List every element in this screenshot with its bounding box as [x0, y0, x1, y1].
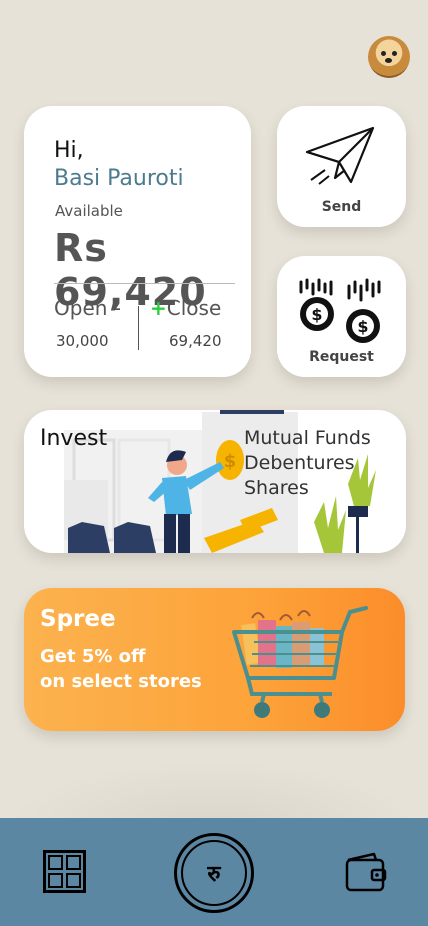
svg-text:$: $ [357, 317, 368, 336]
divider [138, 306, 139, 350]
request-button[interactable]: $ $ Request [277, 256, 406, 377]
invest-option-mutual-funds[interactable]: Mutual Funds [244, 426, 371, 451]
plus-icon: + [150, 296, 167, 320]
invest-title: Invest [40, 426, 108, 451]
wallet-icon[interactable] [344, 850, 388, 894]
grid-cell [66, 873, 81, 888]
paper-plane-icon [305, 126, 375, 185]
avatar-eye [392, 51, 397, 56]
grid-icon[interactable] [43, 850, 86, 893]
grid-cell [48, 855, 63, 870]
greeting: Hi, [54, 138, 84, 163]
svg-text:$: $ [311, 305, 322, 324]
spree-offer: Get 5% off on select stores [40, 644, 202, 694]
avatar[interactable] [368, 36, 410, 78]
avatar-eye [381, 51, 386, 56]
invest-card[interactable]: $ Invest Mutual Funds Debentures Shares [24, 410, 406, 553]
available-label: Available [55, 202, 123, 220]
balance-card: Hi, Basi Pauroti Available Rs 69,420 Ope… [24, 106, 251, 377]
close-value: 69,420 [169, 332, 222, 350]
rupee-icon[interactable]: रु [174, 833, 254, 913]
svg-text:$: $ [224, 451, 237, 472]
avatar-nose [385, 58, 392, 63]
bottom-nav: रु [0, 818, 428, 926]
spree-card[interactable]: Spree Get 5% off on select stores [24, 588, 405, 731]
close-label: Close [166, 296, 222, 320]
falling-coins-icon: $ $ [299, 278, 381, 343]
grid-cell [66, 855, 81, 870]
invest-option-debentures[interactable]: Debentures [244, 451, 371, 476]
spree-offer-line: on select stores [40, 671, 202, 692]
divider [54, 283, 235, 284]
send-label: Send [321, 199, 362, 215]
shopping-cart-icon [232, 606, 368, 718]
send-button[interactable]: Send [277, 106, 406, 227]
spree-offer-line: Get 5% off [40, 646, 146, 667]
spree-title: Spree [40, 606, 116, 632]
invest-option-shares[interactable]: Shares [244, 476, 371, 501]
rupee-glyph: रु [181, 840, 247, 906]
invest-options: Mutual Funds Debentures Shares [244, 426, 371, 501]
user-name: Basi Pauroti [54, 166, 184, 191]
grid-cell [48, 873, 63, 888]
close-label-group: +Close [150, 296, 221, 320]
request-label: Request [309, 349, 374, 365]
open-label: Open - [54, 296, 121, 320]
open-value: 30,000 [56, 332, 109, 350]
